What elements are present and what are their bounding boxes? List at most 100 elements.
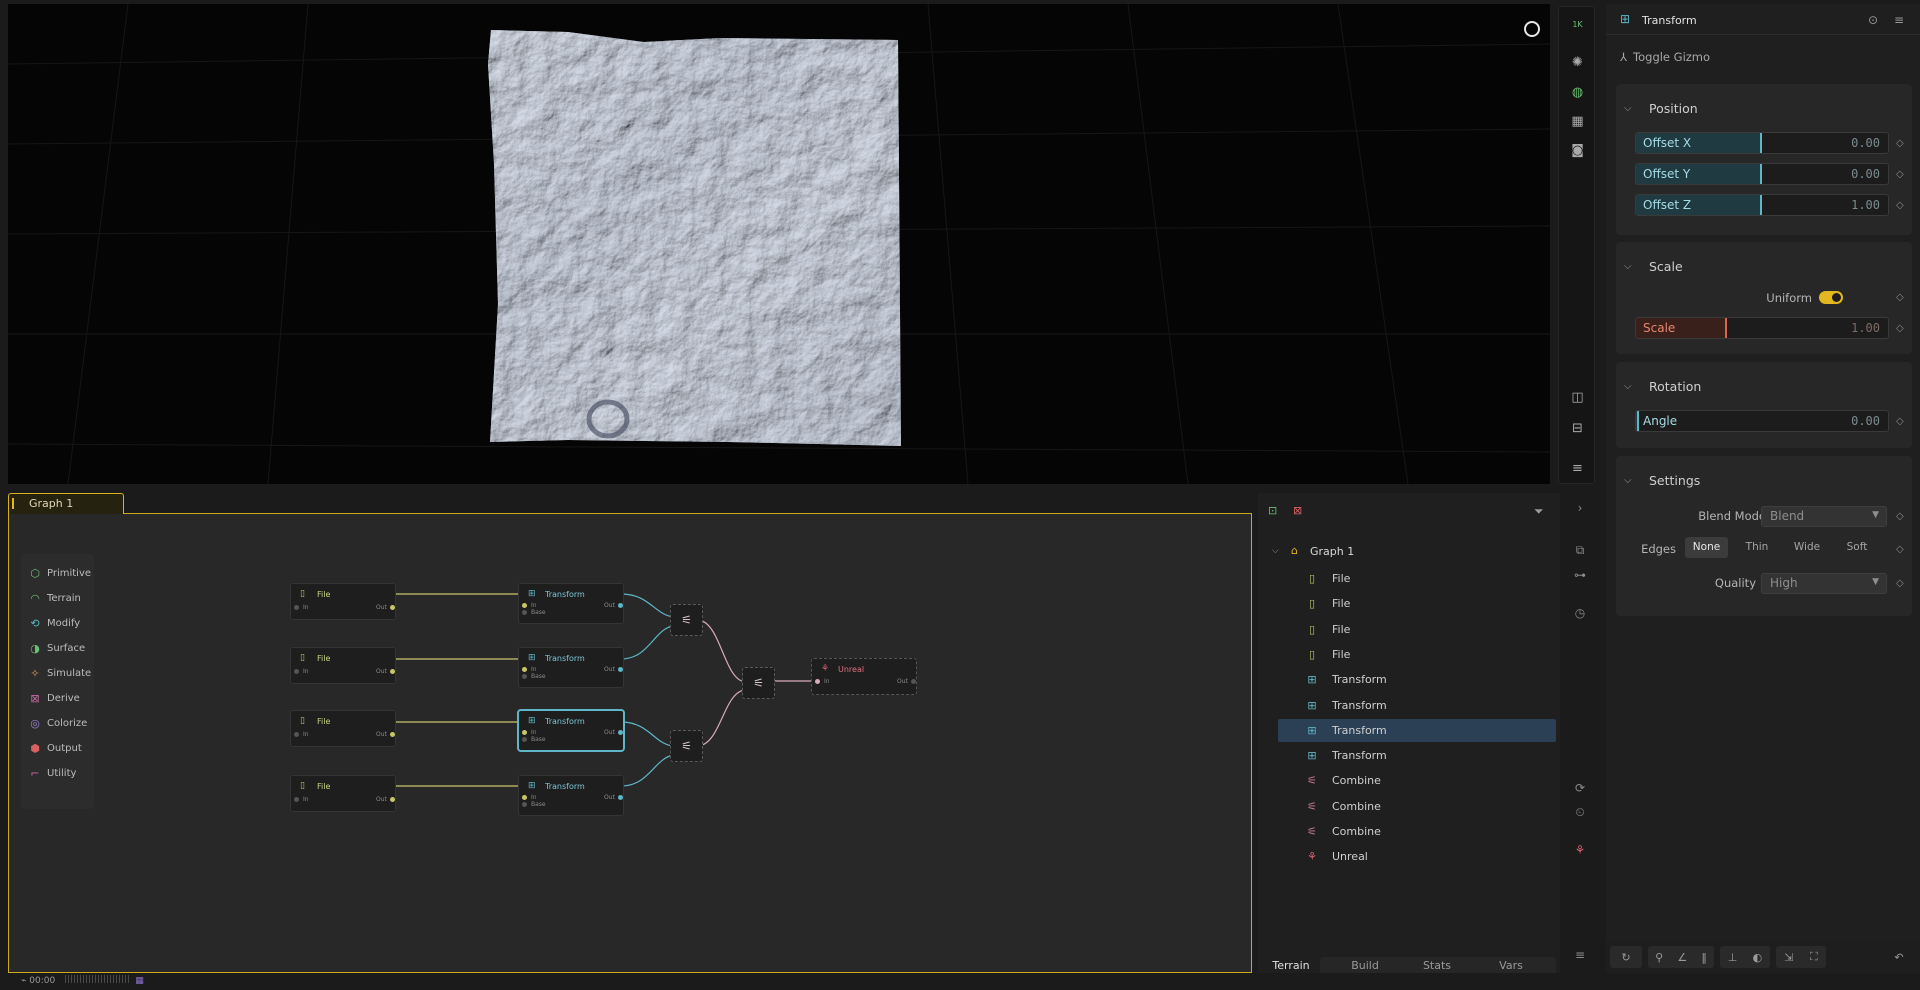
hierarchy-item-combine[interactable]: ⚟ Combine <box>1278 820 1556 843</box>
keyframe-icon[interactable]: ◇ <box>1896 169 1904 180</box>
out-pin[interactable] <box>911 679 916 684</box>
chevron-down-icon[interactable]: ⌵ <box>1624 381 1632 392</box>
out-pin[interactable] <box>618 730 623 735</box>
columns-icon[interactable]: ‖ <box>1701 951 1707 964</box>
hierarchy-item-transform[interactable]: ⊞ Transform <box>1278 744 1556 767</box>
file-node-2[interactable]: ▯ File In Out <box>290 647 396 684</box>
out-pin[interactable] <box>618 795 623 800</box>
hierarchy-item-file[interactable]: ▯ File <box>1278 643 1556 666</box>
transform-node-4[interactable]: ⊞ Transform In Base Out <box>518 775 624 816</box>
edges-option-soft[interactable]: Soft <box>1834 537 1880 558</box>
sync-icon[interactable]: ⟳ <box>1562 781 1598 795</box>
grid-icon[interactable]: ▦ <box>135 976 144 986</box>
base-pin[interactable] <box>522 674 527 679</box>
quality-select[interactable]: High ▼ <box>1761 573 1887 594</box>
palette-item-utility[interactable]: ⌐ Utility <box>25 762 94 784</box>
hierarchy-item-transform[interactable]: ⊞ Transform <box>1278 694 1556 717</box>
focus-icon[interactable]: ⊙ <box>1868 13 1878 27</box>
align-icon[interactable]: ⊥ <box>1728 951 1738 964</box>
keyframe-icon[interactable]: ◇ <box>1896 292 1904 303</box>
out-pin[interactable] <box>390 732 395 737</box>
hierarchy-item-file[interactable]: ▯ File <box>1278 592 1556 615</box>
in-pin[interactable] <box>294 732 299 737</box>
menu-icon[interactable]: ≡ <box>1894 13 1904 27</box>
combine-node-3[interactable]: ⚟ <box>742 667 775 699</box>
combine-node-2[interactable]: ⚟ <box>670 730 703 762</box>
palette-item-surface[interactable]: ◑ Surface <box>25 637 94 659</box>
layout-icon[interactable]: ⊟ <box>1559 415 1596 441</box>
keyframe-icon[interactable]: ◇ <box>1896 511 1904 522</box>
out-pin[interactable] <box>390 605 395 610</box>
transform-node-1[interactable]: ⊞ Transform In Base Out <box>518 583 624 624</box>
edges-option-thin[interactable]: Thin <box>1734 537 1780 558</box>
position-header[interactable]: Position <box>1649 101 1698 116</box>
in-pin[interactable] <box>522 730 527 735</box>
tool-group-3[interactable]: ⇲ ⛶ <box>1776 946 1826 968</box>
hierarchy-item-transform[interactable]: ⊞ Transform <box>1278 668 1556 691</box>
graph-layout-icon[interactable]: ⊶ <box>1562 568 1598 582</box>
hierarchy-item-file[interactable]: ▯ File <box>1278 618 1556 641</box>
scale-header[interactable]: Scale <box>1649 259 1683 274</box>
grid-icon[interactable]: ▦ <box>1559 108 1596 134</box>
file-node-3[interactable]: ▯ File In Out <box>290 710 396 747</box>
combine-node-1[interactable]: ⚟ <box>670 604 703 636</box>
out-pin[interactable] <box>390 797 395 802</box>
tab-vars[interactable]: Vars <box>1486 959 1536 973</box>
out-pin[interactable] <box>390 669 395 674</box>
graph-canvas[interactable]: ⬡ Primitive ◠ Terrain ⟲ Modify ◑ Surface ✧ Simula… <box>8 513 1252 986</box>
chevron-down-icon[interactable]: ⌵ <box>1624 261 1632 272</box>
graph-tab[interactable]: Graph 1 <box>8 493 124 514</box>
tool-group-2[interactable]: ⊥ ◐ <box>1720 946 1770 968</box>
chevron-right-icon[interactable]: › <box>1562 501 1598 515</box>
palette-item-primitive[interactable]: ⬡ Primitive <box>25 562 94 584</box>
keyframe-icon[interactable]: ◇ <box>1896 544 1904 555</box>
timer-icon[interactable]: ◷ <box>1562 606 1598 620</box>
edges-option-none[interactable]: None <box>1685 537 1728 558</box>
copy-icon[interactable]: ⧉ <box>1562 543 1598 558</box>
camera-icon[interactable]: ◙ <box>1559 137 1596 163</box>
keyframe-icon[interactable]: ◇ <box>1896 578 1904 589</box>
in-pin[interactable] <box>522 795 527 800</box>
offset-z-field[interactable]: Offset Z 1.00 <box>1635 194 1889 216</box>
rotation-header[interactable]: Rotation <box>1649 379 1701 394</box>
in-pin[interactable] <box>294 669 299 674</box>
sun-icon[interactable]: ✺ <box>1559 49 1596 75</box>
globe-icon[interactable]: ◍ <box>1559 79 1596 105</box>
select-all-icon[interactable]: ⊡ <box>1268 504 1277 517</box>
contrast-icon[interactable]: ◐ <box>1753 951 1763 964</box>
chevron-down-icon[interactable]: ⌵ <box>1624 475 1632 486</box>
base-pin[interactable] <box>522 610 527 615</box>
keyframe-icon[interactable]: ◇ <box>1896 416 1904 427</box>
filter-icon[interactable]: ⏷ <box>1534 504 1544 519</box>
offset-x-field[interactable]: Offset X 0.00 <box>1635 132 1889 154</box>
deselect-icon[interactable]: ⊠ <box>1293 504 1302 517</box>
pin-icon[interactable]: ⚲ <box>1655 951 1663 964</box>
in-pin[interactable] <box>815 679 820 684</box>
menu-icon[interactable]: ≡ <box>1559 455 1596 481</box>
keyframe-icon[interactable]: ◇ <box>1896 323 1904 334</box>
out-pin[interactable] <box>618 603 623 608</box>
tab-terrain[interactable]: Terrain <box>1268 959 1314 973</box>
transform-node-2[interactable]: ⊞ Transform In Base Out <box>518 647 624 688</box>
hierarchy-root[interactable]: Graph 1 <box>1310 545 1354 558</box>
hierarchy-item-combine[interactable]: ⚟ Combine <box>1278 795 1556 818</box>
palette-item-simulate[interactable]: ✧ Simulate <box>25 662 94 684</box>
settings-header[interactable]: Settings <box>1649 473 1700 488</box>
palette-item-terrain[interactable]: ◠ Terrain <box>25 587 94 609</box>
in-pin[interactable] <box>294 605 299 610</box>
file-node-1[interactable]: ▯ File In Out <box>290 583 396 620</box>
split-view-icon[interactable]: ◫ <box>1559 384 1596 410</box>
tool-group-1[interactable]: ⚲ ∠ ‖ <box>1648 946 1714 968</box>
loop-icon[interactable]: ↻ <box>1610 946 1642 968</box>
in-pin[interactable] <box>294 797 299 802</box>
3d-viewport[interactable] <box>8 4 1550 484</box>
angle-field[interactable]: Angle 0.00 <box>1635 410 1889 432</box>
undo-icon[interactable]: ↶ <box>1886 946 1912 968</box>
in-pin[interactable] <box>522 603 527 608</box>
timeline-track[interactable] <box>65 975 132 983</box>
menu-icon[interactable]: ≡ <box>1562 948 1598 962</box>
chevron-down-icon[interactable]: ⌵ <box>1272 546 1279 556</box>
palette-item-colorize[interactable]: ◎ Colorize <box>25 712 94 734</box>
palette-item-modify[interactable]: ⟲ Modify <box>25 612 94 634</box>
palette-item-derive[interactable]: ⊠ Derive <box>25 687 94 709</box>
